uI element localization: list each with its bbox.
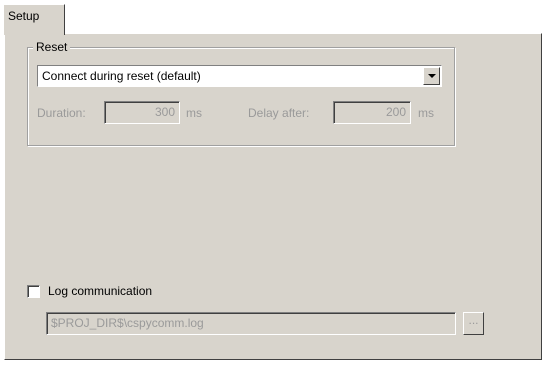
chevron-down-icon [428,74,436,78]
log-communication-checkbox[interactable] [27,285,40,298]
reset-mode-value: Connect during reset (default) [42,69,201,83]
log-file-path-value: $PROJ_DIR$\cspycomm.log [51,316,204,330]
tab-setup[interactable]: Setup [3,4,65,35]
dropdown-arrow-button[interactable] [423,67,440,85]
duration-label: Duration: [37,106,86,120]
log-communication-label: Log communication [48,284,153,298]
duration-value: 300 [154,105,175,119]
reset-mode-dropdown[interactable]: Connect during reset (default) [37,65,442,87]
duration-input[interactable]: 300 [104,101,180,124]
duration-unit: ms [186,106,202,120]
log-file-path-input[interactable]: $PROJ_DIR$\cspycomm.log [46,312,456,335]
delay-after-value: 200 [385,105,406,119]
reset-groupbox [27,47,455,146]
delay-after-unit: ms [418,106,434,120]
tab-label: Setup [8,9,40,23]
browse-button[interactable]: ... [463,312,484,335]
delay-after-input[interactable]: 200 [333,101,411,124]
delay-after-label: Delay after: [248,106,310,120]
reset-group-title: Reset [33,39,71,55]
